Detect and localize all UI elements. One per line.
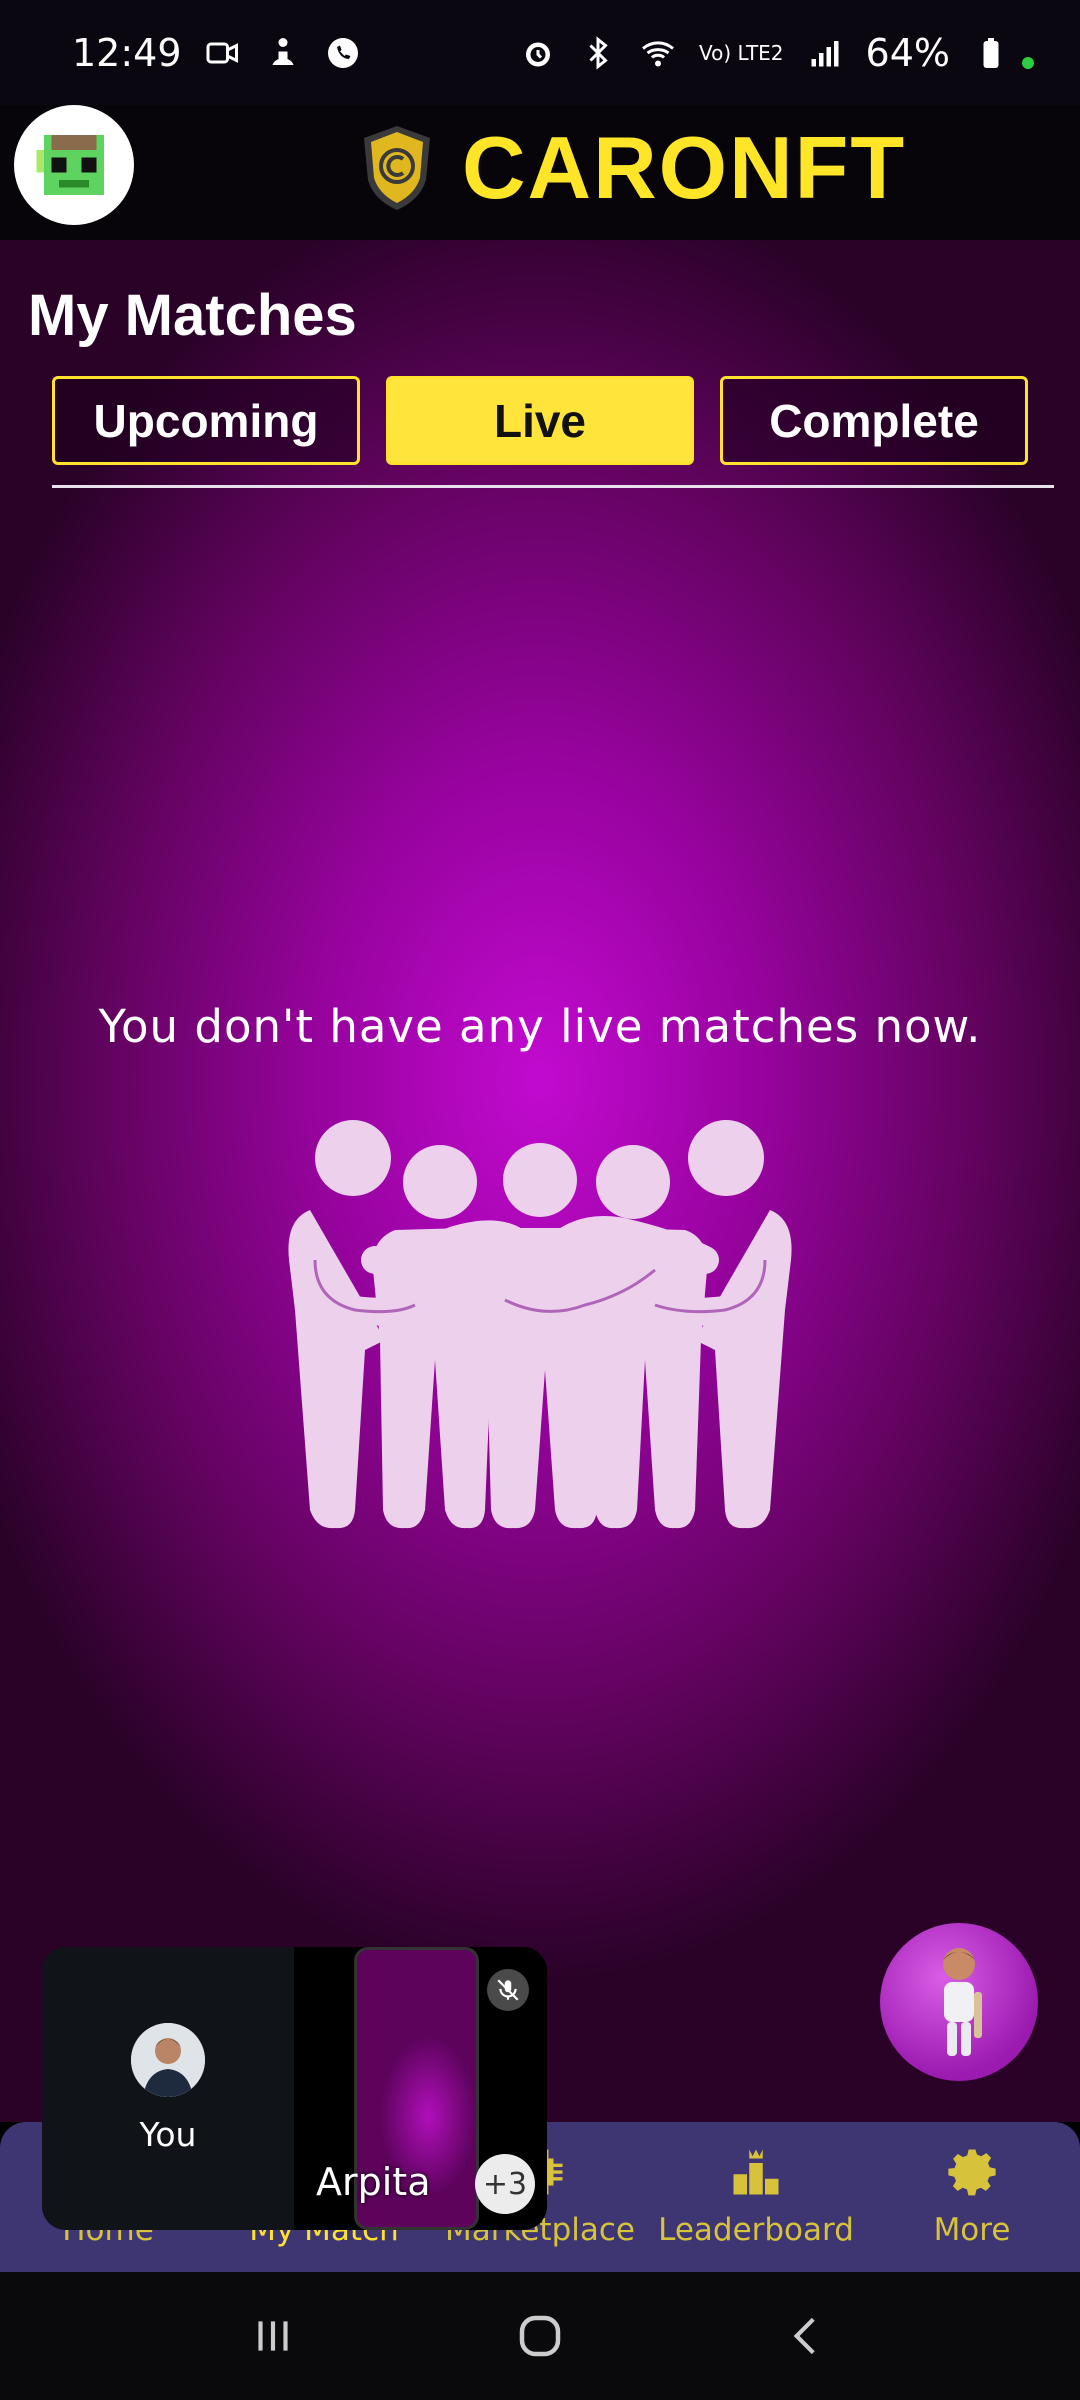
- system-nav-bar: [0, 2272, 1080, 2400]
- match-tabs: Upcoming Live Complete: [52, 376, 1028, 465]
- battery-percent: 64%: [865, 30, 950, 75]
- recents-icon: [258, 2321, 288, 2351]
- self-label: You: [139, 2115, 197, 2154]
- bluetooth-icon: [579, 34, 617, 72]
- tab-upcoming[interactable]: Upcoming: [52, 376, 360, 465]
- recent-apps-button[interactable]: [233, 2296, 313, 2376]
- call-remote-tile: Arpita +3: [294, 1947, 547, 2230]
- gear-icon: [942, 2142, 1002, 2202]
- status-right: Vo) LTE2 64%: [519, 31, 1034, 75]
- remote-participant-name: Arpita: [316, 2160, 431, 2204]
- brand-name: CARONFT: [462, 118, 907, 217]
- status-left: 12:49: [72, 31, 362, 75]
- nav-leaderboard[interactable]: Leaderboard: [651, 2142, 861, 2248]
- chat-call-icon: [324, 34, 362, 72]
- empty-state-message: You don't have any live matches now.: [98, 1000, 982, 1053]
- call-self-tile: You: [42, 1947, 294, 2230]
- network-label: Vo) LTE2: [699, 40, 784, 65]
- alarm-icon: [519, 34, 557, 72]
- wifi-icon: [639, 34, 677, 72]
- team-group-icon: [288, 1120, 792, 1529]
- pixel-avatar-icon: [36, 135, 104, 195]
- back-button[interactable]: [767, 2296, 847, 2376]
- signal-icon: [806, 34, 844, 72]
- video-call-overlay[interactable]: You Arpita +3: [42, 1947, 547, 2230]
- tab-divider: [52, 485, 1054, 488]
- main-content: My Matches Upcoming Live Complete You do…: [0, 240, 1080, 2122]
- user-avatar[interactable]: [14, 105, 134, 225]
- mic-off-icon: [487, 1969, 529, 2011]
- tab-complete[interactable]: Complete: [720, 376, 1028, 465]
- status-time: 12:49: [72, 30, 182, 75]
- assistant-fab[interactable]: [880, 1923, 1038, 2081]
- home-outline-icon: [519, 2315, 561, 2357]
- self-avatar: [131, 2023, 205, 2097]
- podium-icon: [726, 2142, 786, 2202]
- cricketer-avatar-icon: [943, 1948, 982, 2056]
- nav-more[interactable]: More: [867, 2142, 1077, 2248]
- person-photo-icon: [131, 2023, 205, 2097]
- battery-icon: [972, 34, 1010, 72]
- brand: CARONFT: [360, 117, 906, 219]
- video-call-icon: [204, 34, 242, 72]
- nav-leaderboard-label: Leaderboard: [658, 2212, 854, 2248]
- nav-more-label: More: [933, 2212, 1011, 2248]
- back-chevron-icon: [793, 2317, 815, 2355]
- figure-icon: [264, 34, 302, 72]
- charging-dot: [1022, 56, 1034, 69]
- tab-live[interactable]: Live: [386, 376, 694, 465]
- app-header: CARONFT: [0, 105, 1080, 240]
- shield-logo-icon: [364, 126, 430, 210]
- home-system-button[interactable]: [500, 2296, 580, 2376]
- status-bar: 12:49 Vo) LTE2 64%: [0, 0, 1080, 105]
- page-title: My Matches: [28, 283, 357, 348]
- extra-participants-badge[interactable]: +3: [475, 2154, 535, 2214]
